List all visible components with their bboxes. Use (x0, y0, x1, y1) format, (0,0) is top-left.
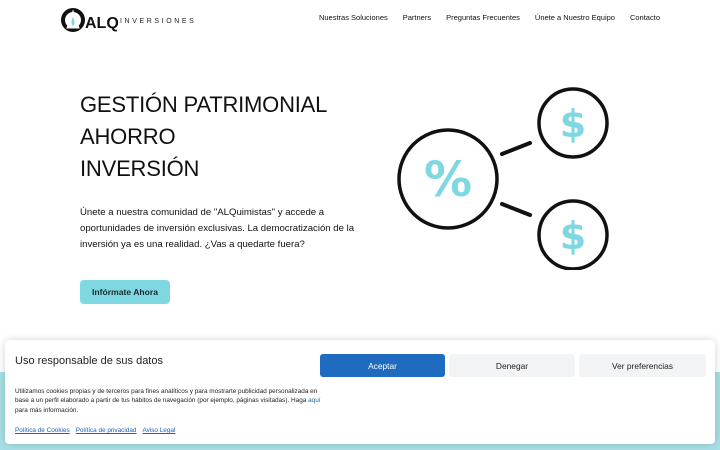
hero-title-line: GESTIÓN PATRIMONIAL (80, 92, 328, 117)
dollar-icon: $ (537, 199, 609, 270)
logo-subtitle: INVERSIONES (120, 17, 197, 25)
main-menu: Nuestras Soluciones Partners Preguntas F… (319, 13, 660, 22)
cookie-more-info-link[interactable]: aquí (308, 397, 320, 404)
dollar-icon: $ (537, 87, 609, 159)
preferences-button[interactable]: Ver preferencias (579, 354, 706, 377)
cookie-policy-links: Política de Cookies Política de privacid… (15, 427, 175, 434)
hero-title-line: AHORRO (80, 124, 176, 149)
hero-title-line: INVERSIÓN (80, 156, 200, 181)
nav-item-partners[interactable]: Partners (403, 13, 431, 22)
privacy-policy-link[interactable]: Política de privacidad (76, 427, 137, 434)
nav-item-equipo[interactable]: Únete a Nuestro Equipo (535, 13, 615, 22)
brand-logo[interactable]: ALQ INVERSIONES (61, 6, 196, 32)
logo-letters: ALQ (85, 15, 119, 32)
hero-title: GESTIÓN PATRIMONIAL AHORRO INVERSIÓN (80, 89, 327, 185)
cookie-banner: Uso responsable de sus datos Utilizamos … (5, 340, 715, 444)
svg-text:$: $ (560, 102, 586, 146)
legal-notice-link[interactable]: Aviso Legal (142, 427, 175, 434)
nav-item-faq[interactable]: Preguntas Frecuentes (446, 13, 520, 22)
hero-description: Únete a nuestra comunidad de "ALQuimista… (80, 207, 355, 250)
percent-icon: % (397, 128, 499, 230)
accept-button[interactable]: Aceptar (320, 354, 445, 377)
cookie-policy-link[interactable]: Política de Cookies (15, 427, 70, 434)
cookie-text-part: Utilizamos cookies propias y de terceros… (15, 388, 318, 405)
investment-illustration: % $ $ (397, 87, 609, 270)
nav-item-contacto[interactable]: Contacto (630, 13, 660, 22)
cookie-title: Uso responsable de sus datos (15, 355, 163, 367)
deny-button[interactable]: Denegar (449, 354, 575, 377)
connector-line (500, 202, 532, 217)
top-navbar: ALQ INVERSIONES Nuestras Soluciones Part… (0, 0, 720, 38)
svg-text:$: $ (560, 214, 586, 258)
nav-item-soluciones[interactable]: Nuestras Soluciones (319, 13, 388, 22)
cookie-text-part: para más información. (15, 406, 79, 414)
cookie-description: Utilizamos cookies propias y de terceros… (15, 387, 325, 415)
svg-text:%: % (424, 152, 472, 208)
connector-line (500, 141, 532, 156)
alq-logo-icon: ALQ (61, 8, 119, 32)
informate-button[interactable]: Infórmate Ahora (80, 280, 170, 304)
